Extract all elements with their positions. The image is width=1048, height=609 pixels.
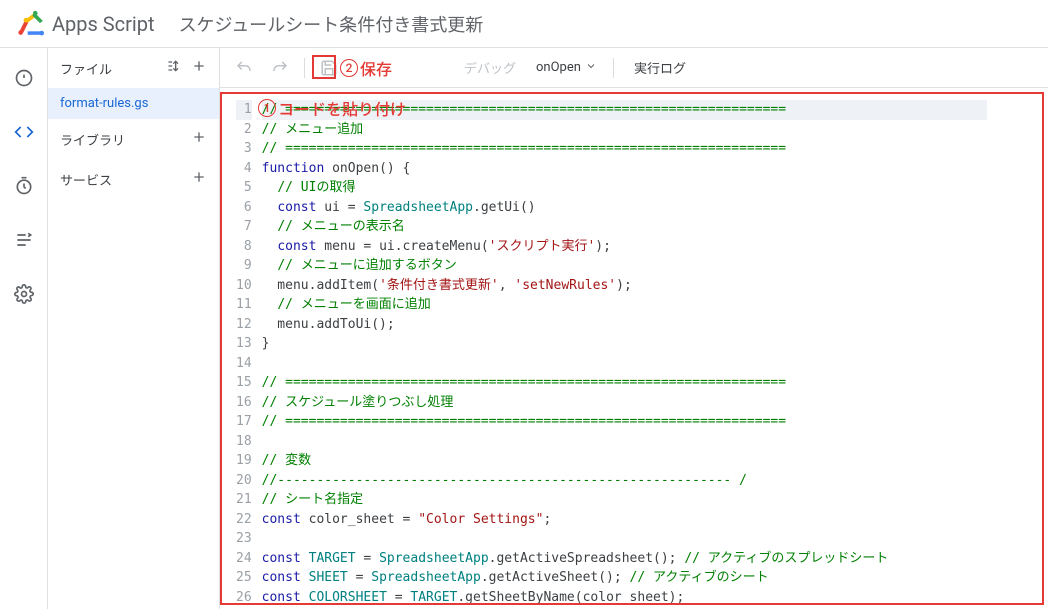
redo-button[interactable] — [264, 52, 296, 84]
sidebar-files-header: ファイル — [48, 48, 219, 88]
logo: Apps Script — [16, 8, 155, 40]
services-label: サービス — [60, 170, 112, 189]
execution-log-button[interactable]: 実行ログ — [622, 58, 698, 77]
function-select[interactable]: onOpen — [528, 60, 605, 76]
line-gutter: 1234567891011121314151617181920212223242… — [222, 94, 262, 605]
sidebar: ファイル format-rules.gs ライブラリ サービス — [48, 48, 220, 609]
product-name: Apps Script — [52, 12, 155, 36]
sidebar-services[interactable]: サービス — [48, 159, 219, 199]
project-title[interactable]: スケジュールシート条件付き書式更新 — [179, 11, 484, 37]
sidebar-file-format-rules[interactable]: format-rules.gs — [48, 88, 219, 119]
sort-icon[interactable] — [167, 58, 183, 78]
add-service-icon[interactable] — [191, 169, 207, 189]
code-content[interactable]: // =====================================… — [262, 94, 987, 605]
code-editor[interactable]: 1 コードを貼り付け 12345678910111213141516171819… — [220, 92, 1044, 605]
rail-editor[interactable] — [6, 114, 42, 150]
libraries-label: ライブラリ — [60, 130, 125, 149]
apps-script-logo-icon — [16, 8, 44, 40]
rail-executions[interactable] — [6, 222, 42, 258]
rail-settings[interactable] — [6, 276, 42, 312]
rail-triggers[interactable] — [6, 168, 42, 204]
function-selected-label: onOpen — [536, 60, 581, 75]
editor-area: デバッグ onOpen 実行ログ 2 保存 1 コードを貼り付け 1234567… — [220, 48, 1048, 609]
annotation-save: 2 保存 — [340, 56, 392, 80]
left-rail — [0, 48, 48, 609]
debug-button[interactable]: デバッグ — [456, 58, 524, 77]
files-label: ファイル — [60, 59, 112, 78]
editor-toolbar: デバッグ onOpen 実行ログ 2 保存 — [220, 48, 1048, 88]
chevron-down-icon — [585, 60, 597, 76]
sidebar-libraries[interactable]: ライブラリ — [48, 119, 219, 159]
separator — [613, 58, 614, 78]
add-library-icon[interactable] — [191, 129, 207, 149]
undo-button[interactable] — [228, 52, 260, 84]
save-button[interactable] — [313, 52, 345, 84]
rail-overview[interactable] — [6, 60, 42, 96]
separator — [304, 58, 305, 78]
add-file-icon[interactable] — [191, 58, 207, 78]
app-header: Apps Script スケジュールシート条件付き書式更新 — [0, 0, 1048, 48]
